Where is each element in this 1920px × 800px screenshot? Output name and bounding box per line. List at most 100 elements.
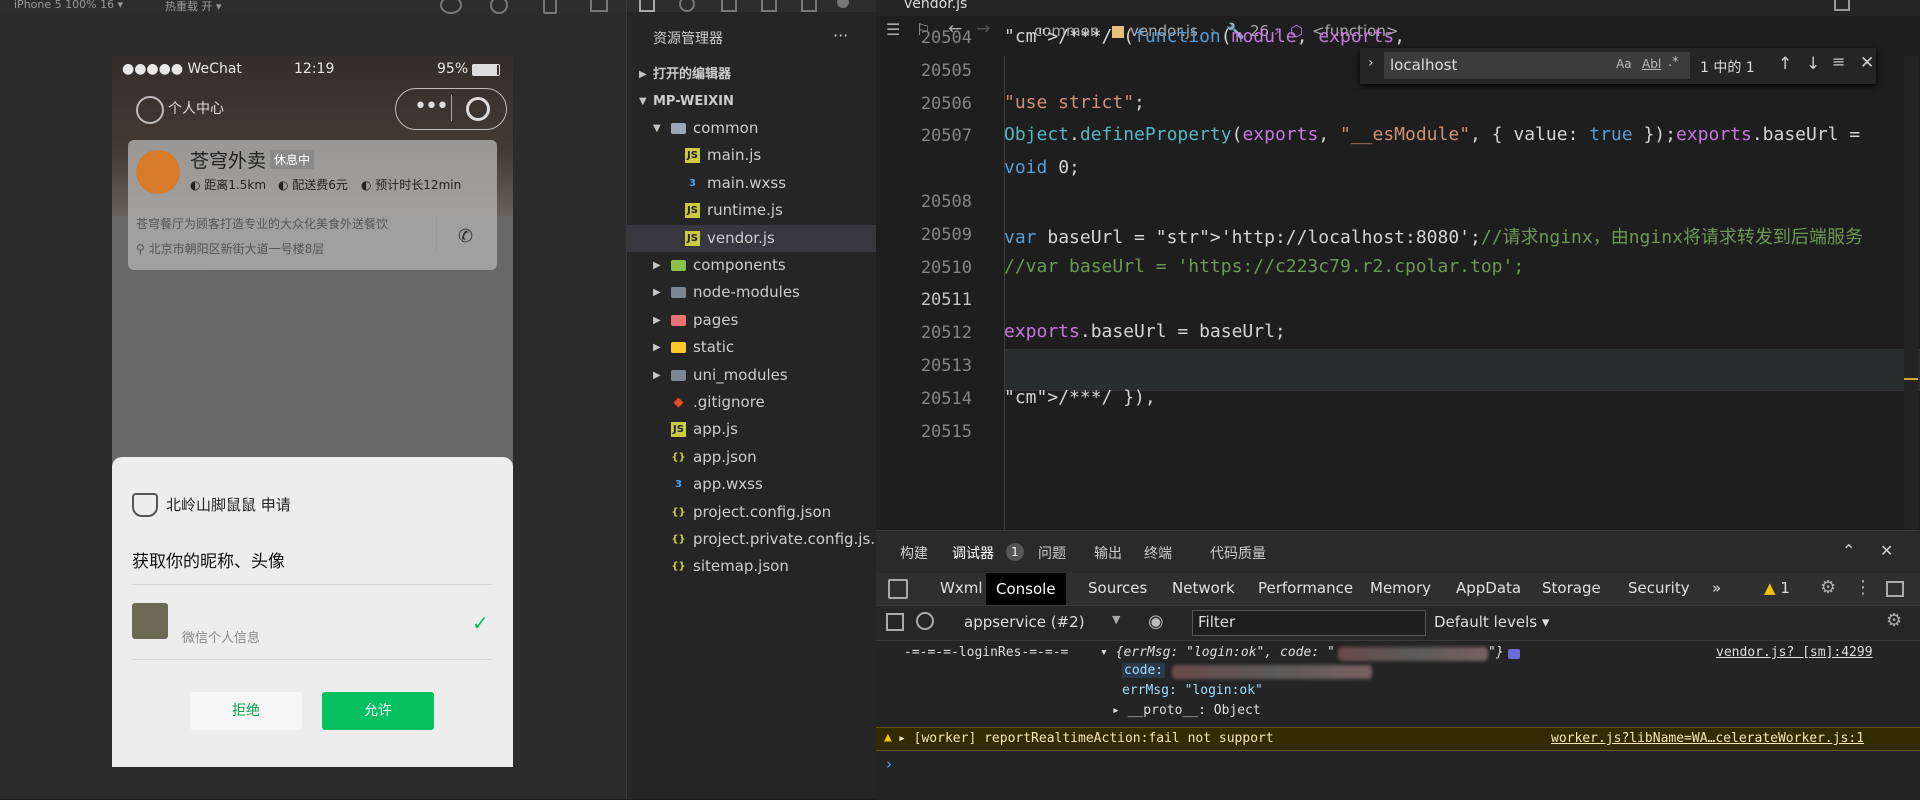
code-line[interactable]: "cm">/***/ (function(module, exports, [1004,26,1405,47]
search-icon[interactable] [679,0,695,12]
code-line[interactable]: Object.defineProperty(exports, "__esModu… [1004,124,1860,145]
file-tree-item[interactable]: JS app.js [627,416,877,443]
chevron-right-icon[interactable]: ▶ [653,362,661,389]
checkmark-icon[interactable]: ✓ [472,611,489,635]
file-tree-item[interactable]: JS vendor.js [627,224,877,252]
devtools-tab[interactable]: Storage [1542,579,1601,597]
sidebar-toggle-icon[interactable] [886,613,904,631]
chevron-right-icon[interactable]: ▶ [653,252,661,279]
previous-match-icon[interactable]: ↑ [1778,54,1792,74]
file-tree-item[interactable]: ▶ static [627,334,877,361]
context-selector[interactable]: appservice (#2) [964,613,1085,631]
chevron-right-icon[interactable]: ▶ [653,307,661,334]
file-tree-item[interactable]: 3 main.wxss [627,170,877,197]
editor-scrollbar[interactable] [1904,56,1918,530]
find-input[interactable]: localhost [1390,56,1457,74]
toggle-replace-icon[interactable]: › [1368,55,1374,71]
code-line[interactable]: "cm">/***/ }), [1004,387,1156,408]
explorer-icon[interactable] [639,0,655,12]
dropdown-arrow-icon[interactable]: ▼ [1112,613,1120,626]
panel-tab[interactable]: 构建 [900,543,928,563]
find-in-selection-icon[interactable]: ≡ [1832,52,1845,71]
source-control-icon[interactable] [721,0,737,12]
allow-button[interactable]: 允许 [322,692,434,730]
devtools-tab[interactable]: » [1712,579,1721,597]
panel-tab[interactable]: 终端 [1144,543,1172,563]
clear-console-icon[interactable] [916,612,934,630]
devtools-tab[interactable]: Memory [1370,579,1431,597]
devtools-tab[interactable]: AppData [1456,579,1521,597]
chevron-down-icon[interactable]: ▼ [653,115,661,142]
tab-vendor-js[interactable]: vendor.js [904,0,967,12]
more-dots-icon[interactable]: ••• [414,94,449,119]
code-line[interactable]: //var baseUrl = 'https://c223c79.r2.cpol… [1004,256,1524,277]
user-icon[interactable] [136,96,164,124]
chevron-up-icon[interactable]: ⌃ [1842,541,1855,560]
phone-icon[interactable] [543,0,557,14]
phone-call-icon[interactable]: ✆ [458,226,473,247]
chevron-right-icon[interactable]: ▶ [653,334,661,361]
split-editor-icon[interactable] [1834,0,1850,11]
close-icon[interactable]: ✕ [1860,53,1874,73]
file-tree-item[interactable]: {} sitemap.json [627,553,877,580]
log-levels-dropdown[interactable]: Default levels ▾ [1434,613,1549,631]
devtools-tab[interactable]: Network [1172,579,1235,597]
file-tree-item[interactable]: ▶ pages [627,307,877,334]
next-match-icon[interactable]: ↓ [1806,54,1820,74]
code-line[interactable]: exports.baseUrl = baseUrl; [1004,321,1286,342]
console-settings-icon[interactable]: ⚙ [1886,610,1902,631]
proto-property[interactable]: ▸ __proto__: Object [1112,703,1261,718]
account-icon[interactable] [837,0,849,8]
log-object-summary[interactable]: ▾ {errMsg: "login:ok", code: " [1100,645,1335,660]
close-miniprogram-icon[interactable] [466,97,490,121]
hot-reload-toggle[interactable]: 热重载 开 ▾ [165,0,222,14]
extensions-icon[interactable] [761,0,777,12]
dock-icon[interactable] [1886,581,1904,597]
file-tree-item[interactable]: JS main.js [627,142,877,169]
file-tree-item[interactable]: ▶ uni_modules [627,362,877,389]
devtools-tab[interactable]: Console [986,573,1066,605]
close-panel-icon[interactable]: ✕ [1880,541,1893,560]
panel-tab[interactable]: 调试器 [952,543,994,563]
file-tree-item[interactable]: JS runtime.js [627,197,877,224]
inspect-element-icon[interactable] [888,579,908,599]
panel-tab[interactable]: 问题 [1038,543,1066,563]
project-root[interactable]: ▼ MP-WEIXIN [627,88,877,115]
code-line[interactable]: "use strict"; [1004,92,1145,113]
code-line[interactable]: void 0; [1004,157,1080,178]
forward-arrow-icon[interactable]: → [976,19,990,39]
file-tree-item[interactable]: ▶ components [627,252,877,279]
reject-button[interactable]: 拒绝 [190,692,302,730]
chevron-right-icon[interactable]: ▶ [653,279,661,306]
info-icon[interactable] [1508,649,1520,659]
match-word-icon[interactable]: Abl [1642,57,1661,71]
file-tree-item[interactable]: ▼ common [627,115,877,142]
refresh-icon[interactable] [440,0,462,14]
settings-icon[interactable]: ⚙ [1820,577,1836,598]
window-icon[interactable] [590,0,608,12]
file-tree-item[interactable]: {} app.json [627,444,877,471]
stop-icon[interactable] [490,0,508,14]
devtools-tab[interactable]: Performance [1258,579,1353,597]
panel-tab[interactable]: 代码质量 [1210,543,1266,563]
debug-icon[interactable] [801,0,817,12]
console-prompt[interactable]: › [886,755,892,773]
panel-tab[interactable]: 输出 [1094,543,1122,563]
devtools-tab[interactable]: Security [1628,579,1690,597]
file-tree-item[interactable]: ▶ node-modules [627,279,877,306]
warning-source-link[interactable]: worker.js?libName=WA…celerateWorker.js:1 [1551,731,1864,746]
more-actions-icon[interactable]: ··· [833,26,848,45]
devtools-tab[interactable]: Sources [1088,579,1147,597]
open-editors-section[interactable]: ▶ 打开的编辑器 [627,61,877,88]
device-selector[interactable]: iPhone 5 100% 16 ▾ [14,0,123,11]
kebab-menu-icon[interactable]: ⋮ [1854,577,1872,598]
file-tree-item[interactable]: {} project.config.json [627,499,877,526]
file-tree-item[interactable]: {} project.private.config.js... [627,526,884,553]
code-property[interactable]: code: [1122,663,1166,678]
eye-icon[interactable]: ◉ [1148,611,1164,632]
match-case-icon[interactable]: Aa [1616,57,1632,71]
filter-input[interactable]: Filter [1198,613,1235,631]
code-line[interactable]: var baseUrl = "str">'http://localhost:80… [1004,223,1863,249]
devtools-tab[interactable]: Wxml [940,579,983,597]
warning-count[interactable]: ▲ 1 [1764,579,1790,597]
